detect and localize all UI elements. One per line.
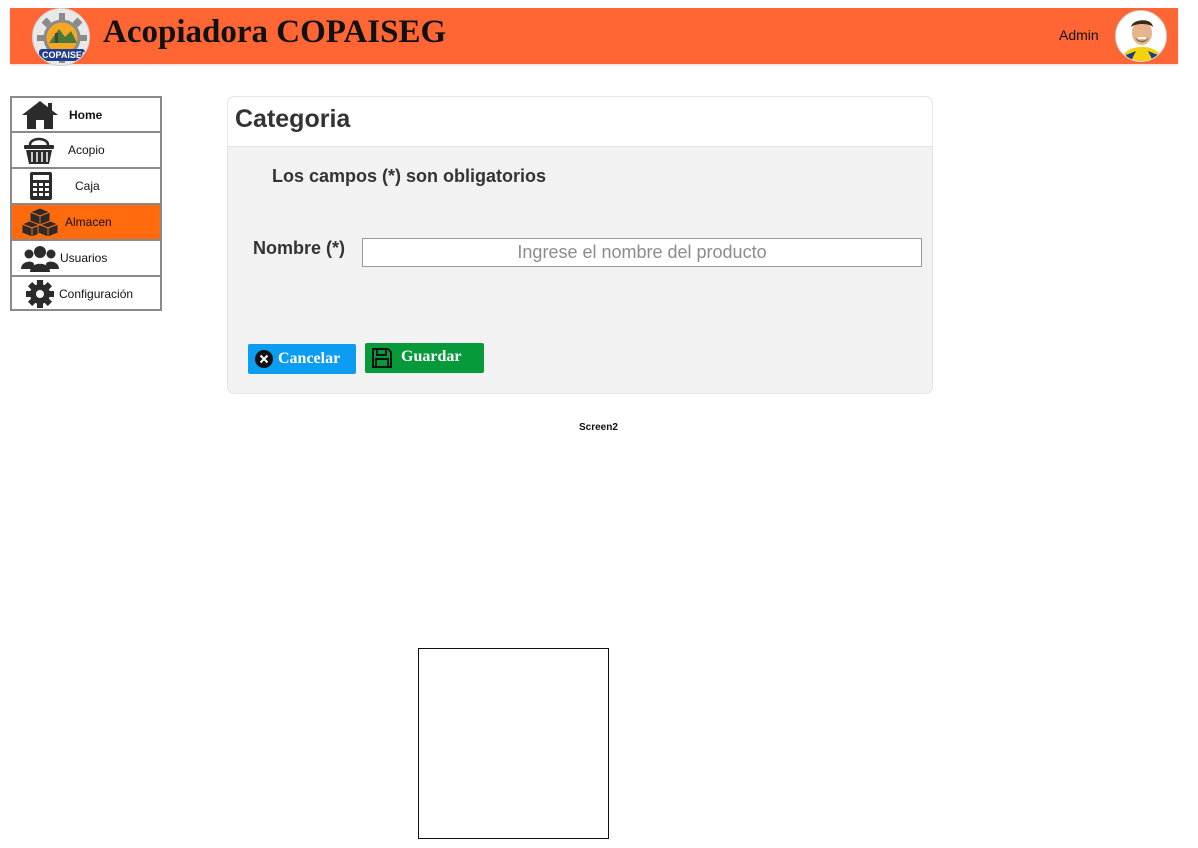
app-header: COPAISEG Acopiadora COPAISEG Admin: [10, 8, 1178, 66]
cancel-button-label: Cancelar: [278, 350, 341, 367]
sidebar-item-caja[interactable]: Caja: [10, 168, 162, 204]
name-field[interactable]: [362, 238, 922, 267]
user-avatar-icon: [1116, 11, 1166, 61]
app-title: Acopiadora COPAISEG: [103, 14, 447, 50]
cancel-button[interactable]: Cancelar: [248, 344, 356, 374]
sidebar-item-home[interactable]: Home: [10, 96, 162, 132]
page-title: Categoria: [235, 105, 351, 133]
basket-icon: [24, 137, 54, 164]
sidebar-item-usuarios[interactable]: Usuarios: [10, 240, 162, 276]
company-logo: COPAISEG: [32, 8, 90, 66]
user-avatar[interactable]: [1115, 10, 1167, 62]
floppy-disk-icon: [372, 348, 392, 368]
required-fields-note: Los campos (*) son obligatorios: [272, 166, 547, 186]
home-icon: [22, 101, 58, 129]
sidebar-item-label: Home: [69, 108, 103, 122]
gear-icon: [26, 280, 54, 308]
screen-caption: Screen2: [579, 422, 618, 433]
save-button[interactable]: Guardar: [365, 343, 484, 373]
sidebar-item-label: Usuarios: [60, 251, 108, 265]
users-icon: [21, 246, 59, 272]
sidebar-item-label: Almacen: [65, 215, 112, 229]
card-header: Categoria: [228, 97, 932, 147]
logo-text: COPAISEG: [42, 50, 89, 60]
save-button-label: Guardar: [401, 348, 462, 365]
name-field-label: Nombre (*): [253, 238, 346, 258]
sidebar-item-label: Configuración: [59, 287, 134, 301]
sidebar-item-almacen[interactable]: Almacen: [10, 204, 162, 240]
user-name-label[interactable]: Admin: [1059, 27, 1099, 43]
calculator-icon: [30, 172, 52, 200]
sidebar-item-label: Acopio: [68, 143, 105, 157]
sidebar-item-label: Caja: [75, 179, 100, 193]
boxes-icon: [20, 207, 60, 237]
empty-placeholder-frame: [418, 648, 609, 839]
sidebar-item-configuracion[interactable]: Configuración: [10, 276, 162, 311]
sidebar-item-acopio[interactable]: Acopio: [10, 132, 162, 168]
sidebar-nav: Home Acopio Caja Almacen Usuarios Config…: [10, 96, 162, 311]
category-form-card: Categoria Los campos (*) son obligatorio…: [227, 96, 933, 394]
close-circle-icon: [255, 350, 273, 368]
